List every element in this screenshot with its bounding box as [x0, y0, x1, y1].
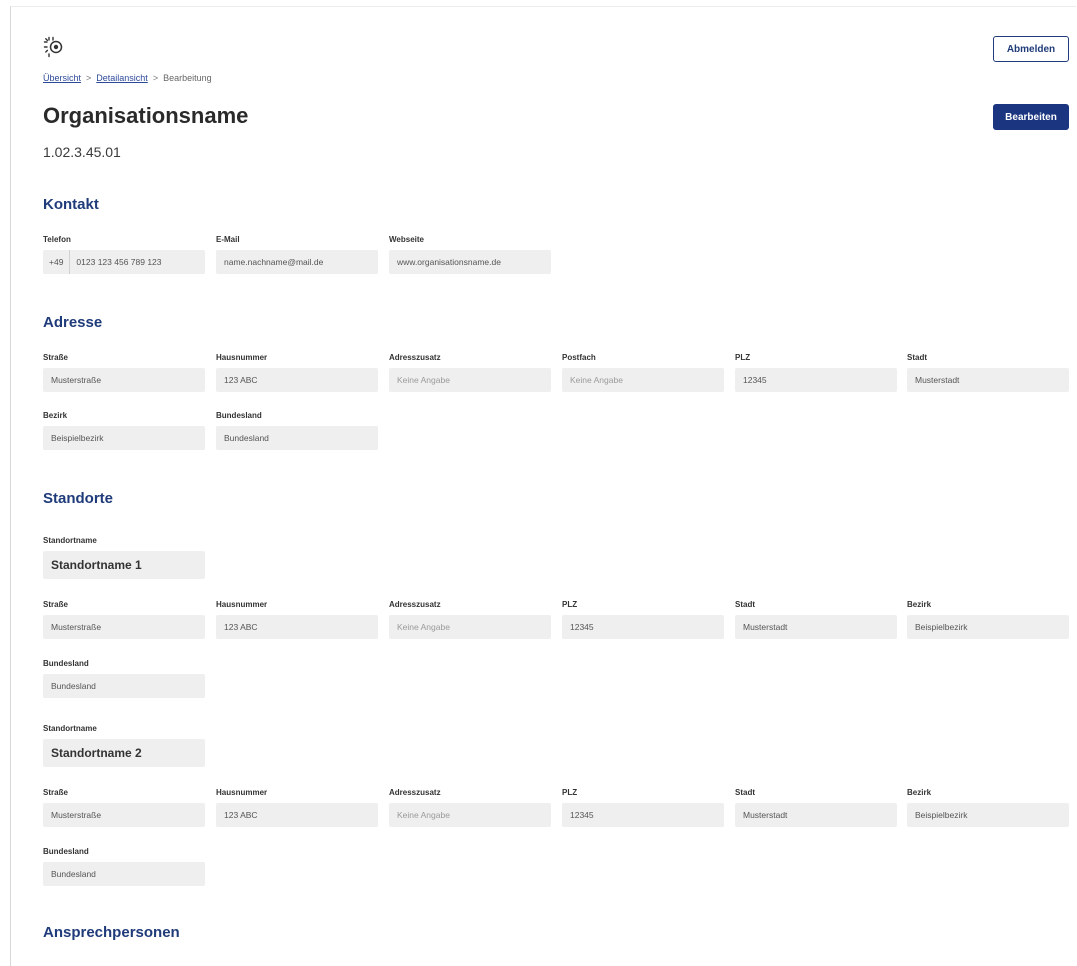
field-stadt: Stadt Musterstadt	[735, 787, 897, 827]
field-label: Telefon	[43, 235, 71, 244]
field-label: Adresszusatz	[389, 353, 441, 362]
page-title: Organisationsname	[43, 103, 249, 128]
field-strasse: Straße Musterstraße	[43, 352, 205, 392]
field-stadt: Stadt Musterstadt	[907, 352, 1069, 392]
field-adresszusatz: Adresszusatz Keine Angabe	[389, 599, 551, 639]
field-strasse: Straße Musterstraße	[43, 599, 205, 639]
field-label: E-Mail	[216, 235, 240, 244]
field-label: Straße	[43, 600, 68, 609]
field-bundesland: Bundesland Bundesland	[43, 846, 205, 886]
field-telefon: Telefon +49 0123 123 456 789 123	[43, 234, 205, 274]
email-value: name.nachname@mail.de	[216, 250, 378, 274]
field-standortname: Standortname Standortname 2	[43, 723, 205, 767]
field-label: Bezirk	[43, 411, 68, 420]
field-adresszusatz: Adresszusatz Keine Angabe	[389, 352, 551, 392]
standort-name-value: Standortname 2	[43, 739, 205, 767]
field-label: Stadt	[907, 353, 927, 362]
field-label: PLZ	[562, 788, 578, 797]
section-title-standorte: Standorte	[43, 490, 114, 507]
field-value: Keine Angabe	[389, 803, 551, 827]
field-label: Standortname	[43, 536, 97, 545]
breadcrumb-item-current: Bearbeitung	[163, 73, 212, 83]
field-label: Bundesland	[43, 659, 89, 668]
field-label: Bundesland	[43, 847, 89, 856]
field-bezirk: Bezirk Beispielbezirk	[907, 787, 1069, 827]
field-value: Musterstraße	[43, 368, 205, 392]
field-label: Postfach	[562, 353, 596, 362]
field-value: Musterstadt	[735, 803, 897, 827]
field-value: Beispielbezirk	[43, 426, 205, 450]
field-value: Beispielbezirk	[907, 803, 1069, 827]
field-label: Bezirk	[907, 600, 932, 609]
field-value: Beispielbezirk	[907, 615, 1069, 639]
field-value: Keine Angabe	[389, 615, 551, 639]
breadcrumb-separator: >	[86, 73, 92, 83]
field-label: PLZ	[735, 353, 751, 362]
field-value: Keine Angabe	[562, 368, 724, 392]
phone-prefix: +49	[43, 250, 71, 274]
field-label: Standortname	[43, 724, 97, 733]
breadcrumb-item-detail[interactable]: Detailansicht	[96, 73, 148, 83]
standort-name-value: Standortname 1	[43, 551, 205, 579]
field-value: Musterstadt	[907, 368, 1069, 392]
field-postfach: Postfach Keine Angabe	[562, 352, 724, 392]
field-bundesland: Bundesland Bundesland	[43, 658, 205, 698]
field-label: Bezirk	[907, 788, 932, 797]
field-value: Bundesland	[43, 674, 205, 698]
breadcrumb-separator: >	[152, 73, 159, 83]
field-hausnummer: Hausnummer 123 ABC	[216, 352, 378, 392]
field-label: Hausnummer	[216, 353, 268, 362]
logout-button[interactable]: Abmelden	[993, 36, 1069, 62]
field-label: Hausnummer	[216, 788, 268, 797]
field-label: Adresszusatz	[389, 600, 441, 609]
field-value: Musterstraße	[43, 615, 205, 639]
field-label: Stadt	[735, 600, 755, 609]
section-title-kontakt: Kontakt	[43, 196, 99, 213]
field-value: Bundesland	[216, 426, 378, 450]
website-value: www.organisationsname.de	[389, 250, 551, 274]
field-hausnummer: Hausnummer 123 ABC	[216, 599, 378, 639]
field-value: Keine Angabe	[389, 368, 551, 392]
field-value: Musterstadt	[735, 615, 897, 639]
field-value: Bundesland	[43, 862, 205, 886]
field-bezirk: Bezirk Beispielbezirk	[907, 599, 1069, 639]
section-title-ansprechpersonen: Ansprechpersonen	[43, 924, 180, 941]
organisation-id: 1.02.3.45.01	[43, 144, 121, 160]
field-adresszusatz: Adresszusatz Keine Angabe	[389, 787, 551, 827]
field-label: Hausnummer	[216, 600, 268, 609]
field-hausnummer: Hausnummer 123 ABC	[216, 787, 378, 827]
field-plz: PLZ 12345	[735, 352, 897, 392]
field-value: 12345	[562, 615, 724, 639]
field-value: 123 ABC	[216, 368, 378, 392]
field-strasse: Straße Musterstraße	[43, 787, 205, 827]
field-label: Straße	[43, 788, 68, 797]
field-bundesland: Bundesland Bundesland	[216, 410, 378, 450]
field-value: 12345	[562, 803, 724, 827]
field-label: Adresszusatz	[389, 788, 441, 797]
field-value: 12345	[735, 368, 897, 392]
field-website: Webseite www.organisationsname.de	[389, 234, 551, 274]
field-label: Webseite	[389, 235, 424, 244]
phone-number: 0123 123 456 789 123	[76, 257, 162, 267]
field-label: Straße	[43, 353, 68, 362]
field-value: 123 ABC	[216, 615, 378, 639]
field-plz: PLZ 12345	[562, 599, 724, 639]
field-value: 123 ABC	[216, 803, 378, 827]
phone-value: +49 0123 123 456 789 123	[43, 250, 205, 274]
section-title-adresse: Adresse	[43, 314, 103, 331]
field-label: Bundesland	[216, 411, 262, 420]
field-label: PLZ	[562, 600, 578, 609]
field-stadt: Stadt Musterstadt	[735, 599, 897, 639]
field-label: Stadt	[735, 788, 755, 797]
field-bezirk: Bezirk Beispielbezirk	[43, 410, 205, 450]
breadcrumb-item-overview[interactable]: Übersicht	[43, 73, 81, 83]
field-email: E-Mail name.nachname@mail.de	[216, 234, 378, 274]
field-standortname: Standortname Standortname 1	[43, 535, 205, 579]
field-value: Musterstraße	[43, 803, 205, 827]
edit-button[interactable]: Bearbeiten	[993, 104, 1069, 130]
breadcrumb: Übersicht > Detailansicht > Bearbeitung	[43, 73, 212, 83]
sun-logo-icon	[43, 36, 65, 58]
field-plz: PLZ 12345	[562, 787, 724, 827]
